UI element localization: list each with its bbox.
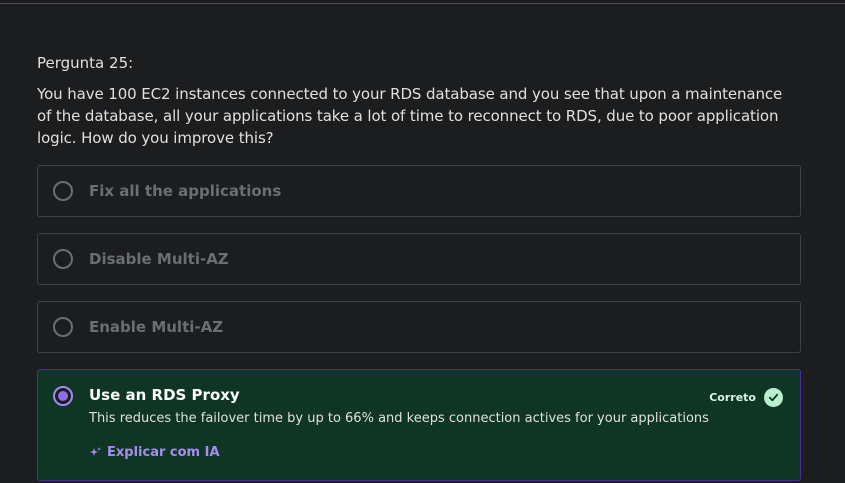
answer-option-label: Fix all the applications xyxy=(89,182,282,200)
top-divider xyxy=(0,0,845,4)
radio-icon[interactable] xyxy=(53,317,73,337)
check-circle-icon xyxy=(764,388,783,407)
question-panel: Pergunta 25: You have 100 EC2 instances … xyxy=(37,52,801,481)
sparkle-icon xyxy=(89,446,102,459)
question-number: Pergunta 25: xyxy=(37,54,134,72)
radio-icon[interactable] xyxy=(53,249,73,269)
answer-option-rds-proxy[interactable]: Use an RDS Proxy Correto This reduces th… xyxy=(37,369,801,481)
question-text: You have 100 EC2 instances connected to … xyxy=(37,85,783,147)
explain-with-ai-label[interactable]: Explicar com IA xyxy=(107,445,220,460)
radio-selected-icon[interactable] xyxy=(53,386,73,406)
answer-option-label: Enable Multi-AZ xyxy=(89,318,224,336)
answer-option-enable-multi-az[interactable]: Enable Multi-AZ xyxy=(37,301,801,353)
radio-icon[interactable] xyxy=(53,181,73,201)
answer-option-label: Use an RDS Proxy xyxy=(89,386,240,404)
answer-option-label: Disable Multi-AZ xyxy=(89,250,229,268)
explain-with-ai-link[interactable]: Explicar com IA xyxy=(89,445,220,460)
answer-option-fix-applications[interactable]: Fix all the applications xyxy=(37,165,801,217)
status-label: Correto xyxy=(709,391,756,404)
answer-explanation: This reduces the failover time by up to … xyxy=(89,411,709,426)
answer-option-disable-multi-az[interactable]: Disable Multi-AZ xyxy=(37,233,801,285)
correct-status: Correto xyxy=(709,388,783,407)
